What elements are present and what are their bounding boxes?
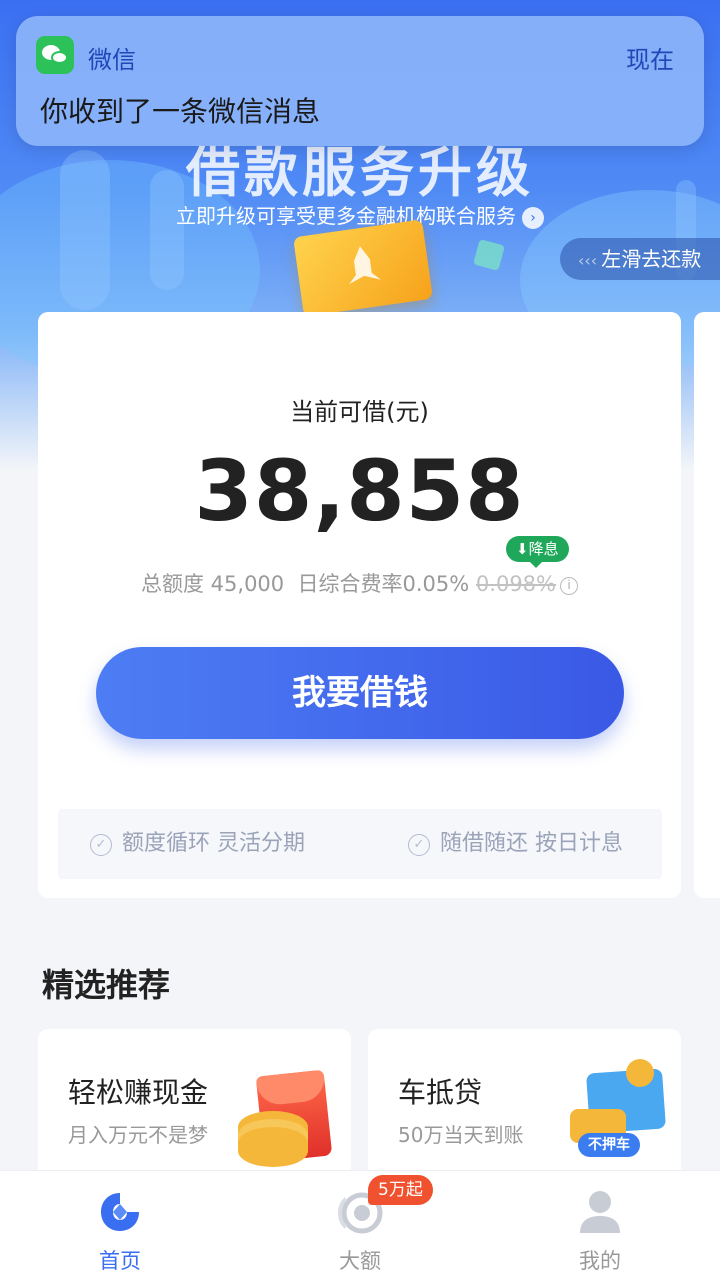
chevron-left-icon: ‹‹‹ <box>578 251 598 270</box>
home-icon <box>101 1193 139 1231</box>
tab-label: 大额 <box>339 1249 381 1273</box>
feature-item: ✓ 随借随还 按日计息 <box>408 809 623 879</box>
coins-icon <box>238 1127 308 1167</box>
tab-label: 我的 <box>579 1249 621 1273</box>
loan-card: 当前可借(元) 38,858 ⬇降息 总额度 45,000 日综合费率0.05%… <box>38 312 681 898</box>
available-label: 当前可借(元) <box>290 398 429 426</box>
tab-label: 首页 <box>99 1249 141 1273</box>
recommend-subtitle: 50万当天到账 <box>398 1123 524 1147</box>
available-amount: 38,858 <box>194 442 525 540</box>
banner-subtitle-text: 立即升级可享受更多金融机构联合服务 <box>176 204 516 228</box>
total-quota-value: 45,000 <box>210 572 285 596</box>
quota-line: 总额度 45,000 日综合费率0.05% 0.098% i <box>38 568 681 598</box>
no-pledge-tag: 不押车 <box>578 1133 640 1157</box>
feature-label: 随借随还 按日计息 <box>440 831 623 856</box>
rate-value: 0.05% <box>402 572 470 596</box>
info-icon[interactable]: i <box>560 577 578 595</box>
recommend-title: 车抵贷 <box>398 1076 483 1109</box>
feature-item: ✓ 额度循环 灵活分期 <box>90 809 305 879</box>
old-rate-value: 0.098% <box>475 572 556 596</box>
down-arrow-icon: ⬇ <box>516 540 529 558</box>
tab-home[interactable]: 首页 <box>40 1171 200 1280</box>
tab-large-loan[interactable]: 5万起 大额 <box>280 1171 440 1280</box>
rocket-envelope-icon <box>293 219 433 317</box>
tab-badge: 5万起 <box>368 1175 433 1205</box>
swipe-repay-hint[interactable]: ‹‹‹ 左滑去还款 <box>560 238 720 280</box>
tab-profile[interactable]: 我的 <box>520 1171 680 1280</box>
recommend-title: 轻松赚现金 <box>68 1076 209 1109</box>
rate-cut-badge: ⬇降息 <box>506 536 569 568</box>
check-circle-icon: ✓ <box>90 834 112 856</box>
chevron-right-icon: › <box>522 207 544 229</box>
bottom-tab-bar: 首页 5万起 大额 我的 <box>0 1170 720 1280</box>
gem-icon <box>473 239 505 271</box>
feature-strip: ✓ 额度循环 灵活分期 ✓ 随借随还 按日计息 <box>58 809 662 879</box>
notification-message: 你收到了一条微信消息 <box>40 95 321 128</box>
notification-time: 现在 <box>626 46 674 74</box>
check-circle-icon: ✓ <box>408 834 430 856</box>
total-quota-label: 总额度 <box>140 572 204 596</box>
rate-label: 日综合费率 <box>297 572 403 596</box>
swipe-hint-label: 左滑去还款 <box>601 247 702 271</box>
next-card-peek[interactable] <box>694 312 720 898</box>
rate-badge-label: 降息 <box>528 540 559 558</box>
section-title: 精选推荐 <box>42 966 171 1004</box>
wechat-notification[interactable]: 微信 现在 你收到了一条微信消息 <box>16 16 704 146</box>
banner-subtitle[interactable]: 立即升级可享受更多金融机构联合服务 › <box>0 200 720 229</box>
coin-icon <box>626 1059 654 1087</box>
recommend-subtitle: 月入万元不是梦 <box>68 1123 208 1147</box>
feature-label: 额度循环 灵活分期 <box>122 831 305 856</box>
profile-icon <box>580 1191 620 1233</box>
notification-app-name: 微信 <box>88 46 136 74</box>
wechat-icon <box>36 36 74 74</box>
borrow-button[interactable]: 我要借钱 <box>96 647 624 739</box>
